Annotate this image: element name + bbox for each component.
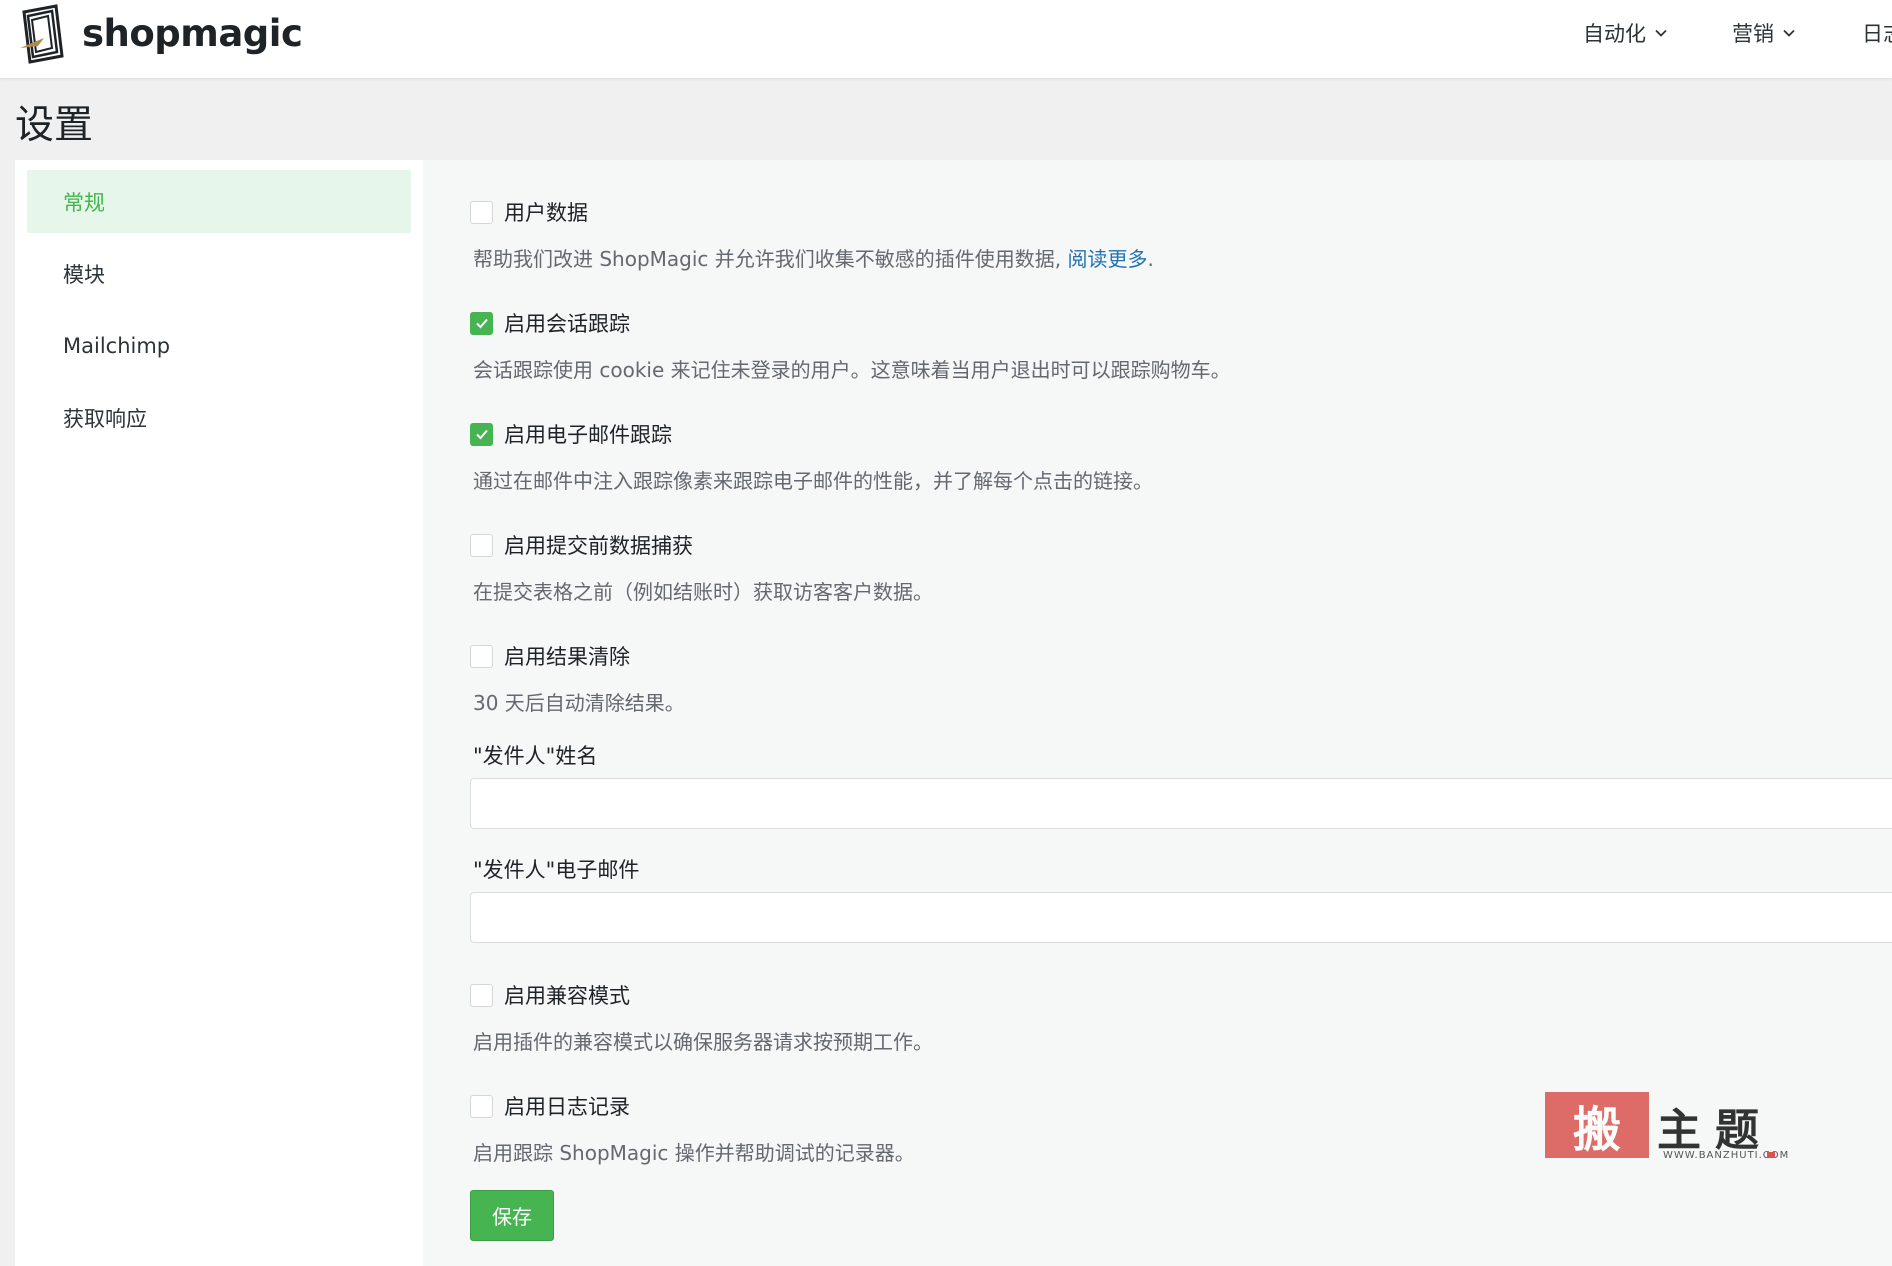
session-tracking-description: 会话跟踪使用 cookie 来记住未登录的用户。这意味着当用户退出时可以跟踪购物… (473, 358, 1231, 382)
sidebar-item-general[interactable]: 常规 (27, 170, 411, 233)
user-data-checkbox[interactable] (470, 200, 493, 224)
from-name-label: "发件人"姓名 (473, 744, 598, 768)
top-bar: shopmagic 自动化 营销 日志 (0, 0, 1892, 79)
read-more-link[interactable]: 阅读更多 (1068, 247, 1148, 271)
compat-mode-checkbox[interactable] (470, 983, 493, 1007)
cleanup-checkbox[interactable] (470, 644, 493, 668)
pre-submit-label: 启用提交前数据捕获 (504, 534, 693, 558)
settings-sidebar: 常规 模块 Mailchimp 获取响应 (15, 160, 423, 1266)
email-tracking-label: 启用电子邮件跟踪 (504, 423, 672, 447)
pre-submit-option[interactable]: 启用提交前数据捕获 (470, 530, 693, 560)
nav-item-logs[interactable]: 日志 (1862, 18, 1892, 48)
sidebar-item-mailchimp[interactable]: Mailchimp (27, 314, 411, 377)
user-data-description: 帮助我们改进 ShopMagic 并允许我们收集不敏感的插件使用数据, 阅读更多… (473, 243, 1154, 272)
email-tracking-checkbox[interactable] (470, 422, 493, 446)
sidebar-item-label: 获取响应 (63, 406, 147, 431)
session-tracking-label: 启用会话跟踪 (504, 312, 630, 336)
save-button[interactable]: 保存 (470, 1190, 554, 1241)
watermark-glyph: 搬 (1545, 1092, 1649, 1158)
cleanup-label: 启用结果清除 (504, 645, 630, 669)
watermark-dot (1767, 1152, 1775, 1158)
logging-checkbox[interactable] (470, 1094, 493, 1118)
top-nav: 自动化 营销 日志 (0, 18, 1892, 54)
nav-item-label: 日志 (1862, 22, 1892, 46)
user-data-desc-text: 帮助我们改进 ShopMagic 并允许我们收集不敏感的插件使用数据, (473, 247, 1062, 271)
nav-item-label: 自动化 (1583, 22, 1646, 46)
logging-label: 启用日志记录 (504, 1095, 630, 1119)
sidebar-item-label: 模块 (63, 262, 105, 287)
compat-mode-label: 启用兼容模式 (504, 984, 630, 1008)
from-name-input[interactable] (470, 778, 1892, 829)
sidebar-item-label: Mailchimp (63, 333, 171, 358)
compat-mode-option[interactable]: 启用兼容模式 (470, 980, 630, 1010)
compat-mode-description: 启用插件的兼容模式以确保服务器请求按预期工作。 (473, 1030, 933, 1054)
chevron-down-icon (1655, 29, 1667, 37)
page-title: 设置 (15, 103, 94, 148)
sidebar-item-getresponse[interactable]: 获取响应 (27, 386, 411, 449)
email-tracking-option[interactable]: 启用电子邮件跟踪 (470, 419, 672, 449)
logging-option[interactable]: 启用日志记录 (470, 1091, 630, 1121)
pre-submit-checkbox[interactable] (470, 533, 493, 557)
nav-item-automation[interactable]: 自动化 (1583, 18, 1668, 48)
sidebar-item-modules[interactable]: 模块 (27, 242, 411, 305)
cleanup-description: 30 天后自动清除结果。 (473, 691, 685, 715)
watermark-text: 主题 (1657, 1105, 1773, 1156)
nav-item-label: 营销 (1732, 22, 1774, 46)
session-tracking-option[interactable]: 启用会话跟踪 (470, 308, 630, 338)
cleanup-option[interactable]: 启用结果清除 (470, 641, 630, 671)
user-data-desc-suffix: . (1147, 247, 1154, 271)
checkmark-icon (475, 429, 488, 440)
sidebar-item-label: 常规 (63, 190, 105, 215)
user-data-option[interactable]: 用户数据 (470, 197, 588, 227)
from-email-label: "发件人"电子邮件 (473, 858, 640, 882)
email-tracking-description: 通过在邮件中注入跟踪像素来跟踪电子邮件的性能，并了解每个点击的链接。 (473, 469, 1153, 493)
watermark-logo: 搬 主题 WWW.BANZHUTI.COM (1545, 1092, 1788, 1164)
chevron-down-icon (1783, 29, 1795, 37)
checkmark-icon (475, 318, 488, 329)
user-data-label: 用户数据 (504, 201, 588, 225)
pre-submit-description: 在提交表格之前（例如结账时）获取访客客户数据。 (473, 580, 933, 604)
nav-item-marketing[interactable]: 营销 (1732, 18, 1796, 48)
from-email-input[interactable] (470, 892, 1892, 943)
session-tracking-checkbox[interactable] (470, 311, 493, 335)
logging-description: 启用跟踪 ShopMagic 操作并帮助调试的记录器。 (473, 1141, 915, 1165)
